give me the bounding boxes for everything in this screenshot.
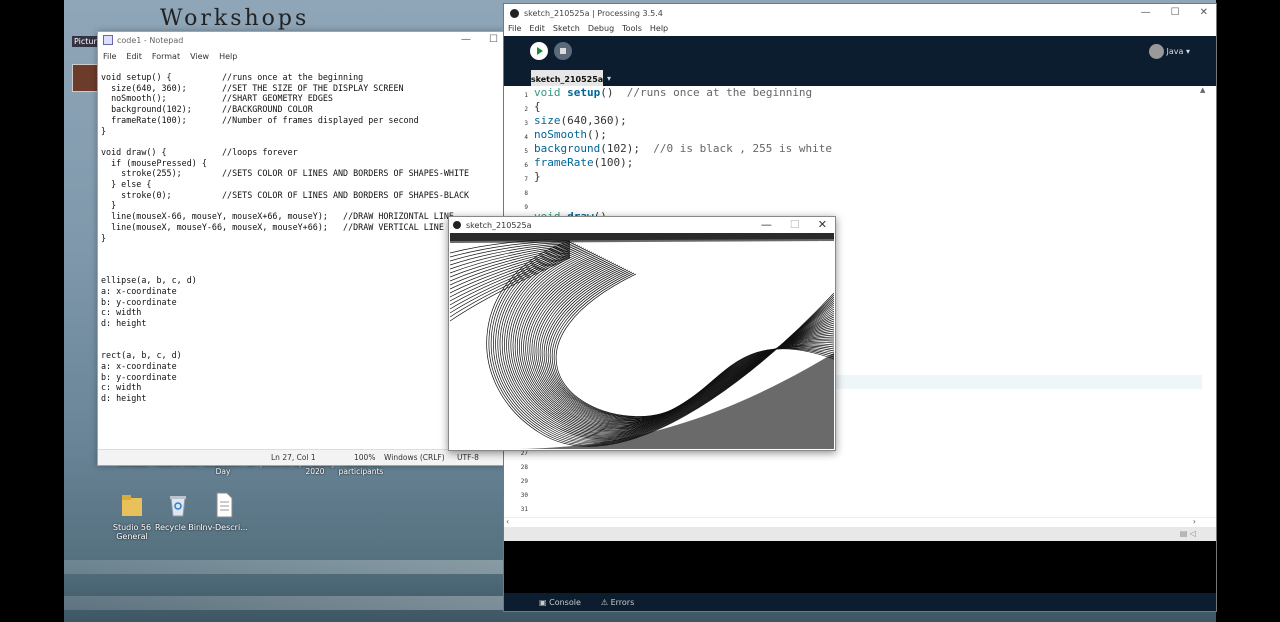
scroll-up-icon[interactable]: ▲ — [1200, 86, 1208, 94]
sketch-window-controls: — ☐ ✕ — [761, 218, 827, 231]
notepad-text-area[interactable]: void setup() { //runs once at the beginn… — [101, 72, 469, 404]
processing-icon — [510, 8, 519, 18]
processing-title: sketch_210525a | Processing 3.5.4 — [524, 8, 663, 18]
menu-debug[interactable]: Debug — [588, 24, 614, 33]
processing-menubar: File Edit Sketch Debug Tools Help — [504, 22, 1216, 35]
processing-titlebar[interactable]: sketch_210525a | Processing 3.5.4 — [504, 4, 1216, 22]
notepad-menubar: File Edit Format View Help — [98, 48, 504, 64]
document-icon — [216, 492, 233, 518]
notepad-status-bar: Ln 27, Col 1 100% Windows (CRLF) UTF-8 — [98, 449, 504, 465]
notepad-titlebar[interactable]: code1 - Notepad — [98, 32, 504, 48]
close-icon[interactable]: ✕ — [818, 218, 827, 231]
tab-errors[interactable]: ⚠ Errors — [601, 598, 634, 607]
line-number: 7 — [524, 176, 528, 183]
console-icon: ▣ — [539, 597, 547, 607]
notepad-window[interactable]: code1 - Notepad — ☐ File Edit Format Vie… — [97, 31, 505, 466]
menu-help[interactable]: Help — [219, 52, 237, 61]
line-number: 9 — [524, 204, 528, 211]
line-ending: Windows (CRLF) — [384, 453, 445, 462]
line-number: 27 — [520, 450, 528, 457]
minimize-icon[interactable]: — — [761, 218, 772, 231]
scroll-right-icon[interactable]: › — [1193, 517, 1196, 526]
tab-console[interactable]: ▣ Console — [539, 598, 581, 607]
close-icon[interactable]: ✕ — [1200, 7, 1208, 18]
maximize-icon[interactable]: ☐ — [1171, 7, 1180, 18]
encoding: UTF-8 — [457, 453, 479, 462]
sketch-window[interactable]: sketch_210525a — ☐ ✕ — [448, 216, 836, 451]
black-border-right — [1216, 0, 1280, 622]
code-line: } — [534, 170, 541, 183]
menu-edit[interactable]: Edit — [529, 24, 545, 33]
folder-icon — [122, 495, 142, 516]
zoom-level: 100% — [354, 453, 376, 462]
notepad-icon — [103, 35, 113, 45]
pictures-thumbnail[interactable] — [72, 64, 100, 92]
desktop-icon-label: Inv-Descri... — [200, 523, 248, 532]
menu-sketch[interactable]: Sketch — [553, 24, 580, 33]
run-button[interactable] — [530, 42, 548, 60]
code-line: noSmooth(); — [534, 128, 607, 141]
sketch-title: sketch_210525a — [466, 220, 532, 230]
tab-menu-chevron-icon[interactable]: ▾ — [607, 74, 611, 83]
mode-selector[interactable]: Java ▾ — [1167, 47, 1190, 56]
line-number: 2 — [524, 106, 528, 113]
desktop-title: Workshops — [160, 6, 310, 31]
warning-icon: ⚠ — [600, 597, 609, 607]
line-number: 29 — [520, 478, 528, 485]
menu-format[interactable]: Format — [152, 52, 180, 61]
processing-icon — [453, 221, 461, 229]
minimize-icon[interactable]: — — [461, 34, 471, 45]
code-line: void setup() //runs once at the beginnin… — [534, 86, 813, 99]
stop-button[interactable] — [554, 42, 572, 60]
debugger-icon[interactable] — [1149, 44, 1164, 59]
menu-file[interactable]: File — [103, 52, 116, 61]
processing-status-bar: ▤ ◁ — [504, 527, 1216, 541]
menu-help[interactable]: Help — [650, 24, 668, 33]
processing-window-controls: — ☐ ✕ — [1141, 7, 1208, 18]
scroll-left-icon[interactable]: ‹ — [506, 517, 509, 526]
code-line: background(102); //0 is black , 255 is w… — [534, 142, 833, 155]
console-area[interactable] — [504, 541, 1216, 593]
menu-tools[interactable]: Tools — [622, 24, 642, 33]
sketch-drawing — [450, 233, 834, 449]
line-number: 6 — [524, 162, 528, 169]
maximize-icon[interactable]: ☐ — [489, 34, 498, 45]
cursor-position: Ln 27, Col 1 — [271, 453, 316, 462]
notepad-title: code1 - Notepad — [117, 35, 184, 45]
console-toggle-icon[interactable]: ▤ ◁ — [1180, 529, 1196, 538]
line-number: 5 — [524, 148, 528, 155]
code-line: size(640,360); — [534, 114, 627, 127]
sketch-canvas[interactable] — [450, 233, 834, 449]
notepad-window-controls: — ☐ — [461, 34, 498, 45]
line-number: 28 — [520, 464, 528, 471]
desktop-icon-inv-descri[interactable]: Inv-Descri... — [194, 492, 254, 532]
code-line: frameRate(100); — [534, 156, 634, 169]
minimize-icon[interactable]: — — [1141, 7, 1151, 18]
editor-vertical-scrollbar[interactable]: ▲ — [1200, 86, 1208, 517]
menu-view[interactable]: View — [190, 52, 209, 61]
black-border-left — [0, 0, 64, 622]
line-number: 1 — [524, 92, 528, 99]
maximize-icon[interactable]: ☐ — [790, 218, 800, 231]
recycle-bin-icon — [170, 496, 186, 517]
menu-edit[interactable]: Edit — [126, 52, 142, 61]
stop-icon — [560, 48, 566, 54]
processing-footer: ▣ Console ⚠ Errors — [504, 593, 1216, 611]
line-number: 30 — [520, 492, 528, 499]
play-icon — [537, 47, 543, 55]
line-number: 4 — [524, 134, 528, 141]
line-number: 31 — [520, 506, 528, 513]
menu-file[interactable]: File — [508, 24, 521, 33]
line-number: 3 — [524, 120, 528, 127]
code-line: { — [534, 100, 541, 113]
line-number: 8 — [524, 190, 528, 197]
